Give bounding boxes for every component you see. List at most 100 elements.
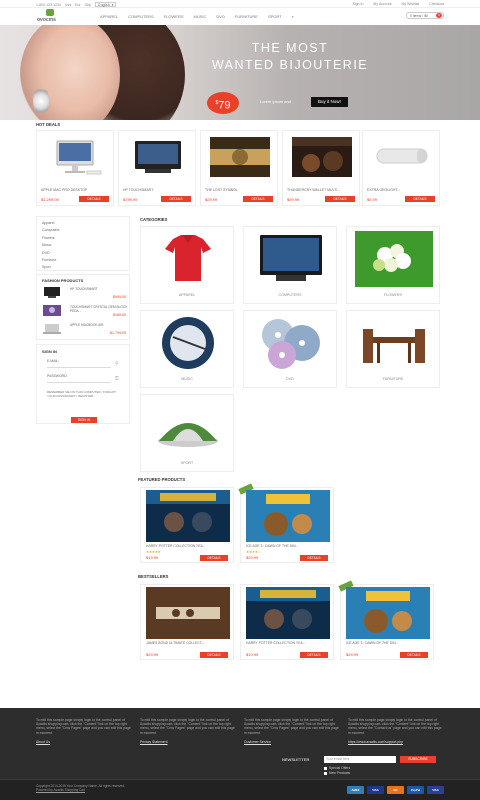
hot-deal-card[interactable]: APPLE MAC PRO DESKTOP $1,299.00 DETAILS <box>36 130 114 206</box>
product-title[interactable]: HARRY POTTER COLLECTION YEA... <box>246 641 332 645</box>
nav-apparel[interactable]: Apparel <box>100 14 118 19</box>
checkout-link[interactable]: Checkout <box>429 2 444 6</box>
hot-deal-title[interactable]: THUNDERCRY WALLET MULTI... <box>287 188 357 192</box>
nav-computers[interactable]: Computers <box>128 14 154 19</box>
fashion-products-box: FASHION PRODUCTS HP TOUCHSMART $999.00 T… <box>36 274 130 340</box>
nav-dvd[interactable]: DVD <box>216 14 224 19</box>
currency-usd-link[interactable]: Usd <box>65 3 71 7</box>
currency-gbp-link[interactable]: Gbp <box>85 3 92 7</box>
my-wishlist-link[interactable]: My Wishlist <box>402 2 420 6</box>
sign-in-link[interactable]: Sign In <box>353 2 364 6</box>
category-card-music[interactable]: MUSIC <box>140 310 234 388</box>
sidebar-item-dvd[interactable]: DVD <box>42 250 124 257</box>
fashion-product-item[interactable]: APPLE MACBOOK AIR $1,799.00 <box>42 322 128 336</box>
cart-button[interactable]: 0 items / $0 0 <box>406 12 444 19</box>
checkbox[interactable] <box>324 766 327 770</box>
bestseller-card[interactable]: HARRY POTTER COLLECTION YEA... $19.99 DE… <box>240 584 334 660</box>
fashion-product-item[interactable]: TOUCHSMART CRYSTAL GEM BLOCK PEDA... $18… <box>42 304 128 318</box>
footer-column-text: To edit this sample page simply login to… <box>36 718 131 735</box>
fashion-product-item[interactable]: HP TOUCHSMART $999.00 <box>42 286 128 300</box>
fashion-product-name[interactable]: APPLE MACBOOK AIR <box>70 323 130 327</box>
new-products-option[interactable]: New Products <box>324 771 350 775</box>
details-button[interactable]: DETAILS <box>300 555 328 561</box>
nav-flowers[interactable]: Flowers <box>164 14 184 19</box>
flowers-image <box>355 231 433 287</box>
fashion-product-name[interactable]: HP TOUCHSMART <box>70 287 130 291</box>
sidebar-item-computers[interactable]: Computers <box>42 227 124 234</box>
details-button[interactable]: DETAILS <box>161 196 191 202</box>
category-name: COMPUTERS <box>278 293 302 297</box>
logo[interactable]: ovocms <box>37 9 67 23</box>
password-field[interactable] <box>47 379 111 383</box>
music-image <box>162 317 214 369</box>
sign-in-button[interactable]: SIGN IN <box>71 417 97 423</box>
search-icon[interactable]: ⌕ <box>292 14 294 19</box>
footer: To edit this sample page simply login to… <box>0 708 480 800</box>
bestseller-card[interactable]: JAMES BOND ULTIMATE COLLECT... $29.99 DE… <box>140 584 234 660</box>
language-select[interactable]: English ▾ <box>95 2 117 7</box>
product-title[interactable]: ICE AGE 3 : DAWN OF THE DIN... <box>246 544 332 548</box>
powered-by-link[interactable]: Powered by Avactis Shopping Cart <box>36 788 85 792</box>
nav-furniture[interactable]: Furniture <box>235 14 258 19</box>
nav-sport[interactable]: Sport <box>268 14 282 19</box>
sidebar-item-flowers[interactable]: Flowers <box>42 235 124 242</box>
payment-icons: AMEX VISA MC PayPal VISA <box>347 786 444 794</box>
product-title[interactable]: ICE AGE 3 : DAWN OF THE DIN... <box>346 641 432 645</box>
details-button[interactable]: DETAILS <box>200 652 228 658</box>
details-button[interactable]: DETAILS <box>243 196 273 202</box>
details-button[interactable]: DETAILS <box>400 652 428 658</box>
category-card-computers[interactable]: COMPUTERS <box>243 226 337 304</box>
sign-in-box: SIGN IN E-MAIL: ⚲ PASSWORD: ⚿ REMEMBER M… <box>36 344 130 424</box>
hot-deal-title[interactable]: HP TOUCHSMART <box>123 188 193 192</box>
category-card-apparel[interactable]: APPAREL <box>140 226 234 304</box>
details-button[interactable]: DETAILS <box>200 555 228 561</box>
sidebar-item-furniture[interactable]: Furniture <box>42 257 124 264</box>
visa-icon: VISA <box>367 786 384 794</box>
hot-deal-title[interactable]: THE LOST SYMBOL <box>205 188 275 192</box>
sidebar-item-apparel[interactable]: Apparel <box>42 220 124 227</box>
category-name: SPORT <box>180 461 194 465</box>
special-offers-option[interactable]: Special Offers <box>324 766 350 770</box>
privacy-statement-link[interactable]: Privacy Statement <box>140 740 236 744</box>
details-button[interactable]: DETAILS <box>325 196 355 202</box>
hot-deal-title[interactable]: APPLE MAC PRO DESKTOP <box>41 188 111 192</box>
my-account-link[interactable]: My Account <box>373 2 391 6</box>
product-title[interactable]: JAMES BOND ULTIMATE COLLECT... <box>146 641 232 645</box>
footer-column: To edit this sample page simply login to… <box>348 718 444 744</box>
hero-banner[interactable]: THE MOST WANTED BIJOUTERIE <box>0 25 480 120</box>
hot-deal-price: $1,299.00 <box>41 197 59 202</box>
details-button[interactable]: DETAILS <box>79 196 109 202</box>
category-card-sport[interactable]: SPORT <box>140 394 234 472</box>
password-label: PASSWORD: <box>47 374 68 378</box>
currency-eur-link[interactable]: Eur <box>75 3 80 7</box>
newsletter-email-input[interactable]: Your email here <box>324 756 396 763</box>
hot-deal-card[interactable]: THE LOST SYMBOL $29.99 DETAILS <box>200 130 278 206</box>
product-title[interactable]: HARRY POTTER COLLECTION YEA... <box>146 544 232 548</box>
hot-deal-title[interactable]: EXTRA GEOLIGHT... <box>367 188 437 192</box>
buy-now-button[interactable]: Buy it Now! <box>311 97 348 107</box>
about-us-link[interactable]: About Us <box>36 740 132 744</box>
remember-me-note[interactable]: REMEMBER ME ON THIS COMPUTER / FORGOT YO… <box>47 390 117 398</box>
checkbox[interactable] <box>324 771 327 775</box>
sidebar-item-sport[interactable]: Sport <box>42 264 124 271</box>
sidebar-item-music[interactable]: Music <box>42 242 124 249</box>
nav-music[interactable]: Music <box>194 14 207 19</box>
customer-service-link[interactable]: Customer Service <box>244 740 340 744</box>
details-button[interactable]: DETAILS <box>300 652 328 658</box>
hot-deal-card[interactable]: EXTRA GEOLIGHT... $9.99 DETAILS <box>362 130 440 206</box>
fashion-product-price: $1,799.00 <box>110 331 126 335</box>
hot-deal-card[interactable]: THUNDERCRY WALLET MULTI... $99.99 DETAIL… <box>282 130 360 206</box>
email-field[interactable] <box>47 364 111 368</box>
subscribe-button[interactable]: SUBSCRIBE <box>400 756 436 763</box>
category-card-dvd[interactable]: DVD <box>243 310 337 388</box>
support-link[interactable]: https://www.avactis.com/support.php <box>348 740 444 744</box>
category-card-furniture[interactable]: FURNITURE <box>346 310 440 388</box>
category-card-flowers[interactable]: FLOWERS <box>346 226 440 304</box>
bestseller-card[interactable]: ICE AGE 3 : DAWN OF THE DIN... $29.99 DE… <box>338 580 434 660</box>
hot-deal-card[interactable]: HP TOUCHSMART $799.99 DETAILS <box>118 130 196 206</box>
details-button[interactable]: DETAILS <box>405 196 435 202</box>
logo-text: ovocms <box>37 17 56 23</box>
featured-product-card[interactable]: HARRY POTTER COLLECTION YEA... ★★★★★ $19… <box>140 487 234 563</box>
fashion-product-name[interactable]: TOUCHSMART CRYSTAL GEM BLOCK PEDA... <box>70 305 130 313</box>
featured-product-card[interactable]: ICE AGE 3 : DAWN OF THE DIN... ★★★★☆ $29… <box>238 483 334 563</box>
